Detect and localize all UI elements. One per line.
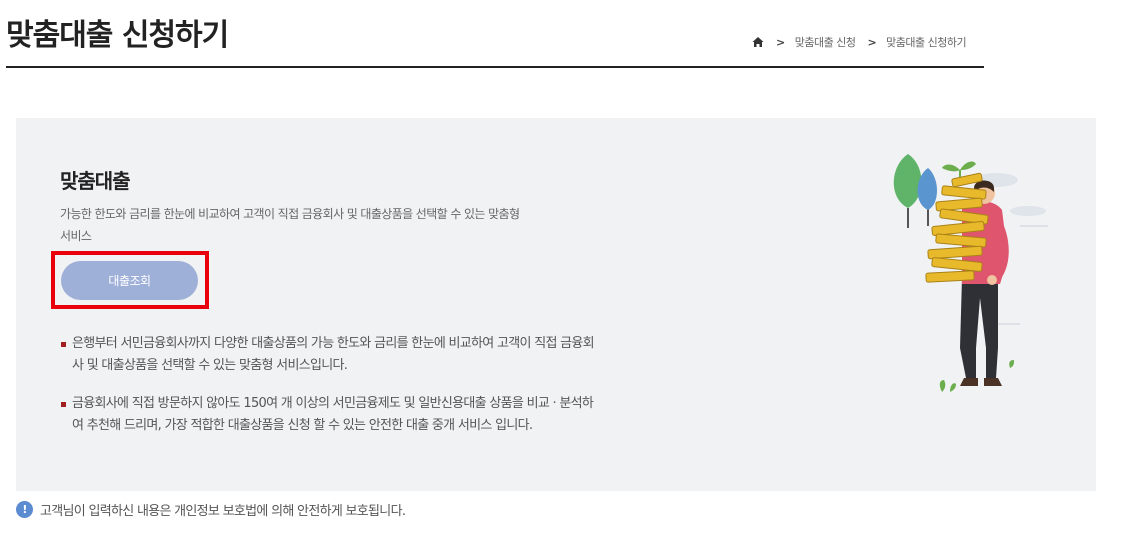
- info-icon: !: [16, 501, 33, 518]
- breadcrumb-item-custom-loan-application[interactable]: 맞춤대출 신청: [795, 34, 856, 50]
- person-carrying-coins-illustration: [880, 148, 1050, 398]
- bullet-square-icon: [61, 402, 66, 407]
- bullet-square-icon: [61, 342, 66, 347]
- list-item: 은행부터 서민금융회사까지 다양한 대출상품의 가능 한도와 금리를 한눈에 비…: [60, 333, 600, 377]
- home-icon[interactable]: [752, 36, 764, 48]
- loan-inquiry-button[interactable]: 대출조회: [61, 261, 198, 300]
- breadcrumb-item-current: 맞춤대출 신청하기: [886, 36, 967, 49]
- feature-list: 은행부터 서민금융회사까지 다양한 대출상품의 가능 한도와 금리를 한눈에 비…: [60, 333, 600, 453]
- privacy-notice: ! 고객님이 입력하신 내용은 개인정보 보호법에 의해 안전하게 보호됩니다.: [16, 500, 406, 519]
- section-title: 맞춤대출: [60, 169, 131, 193]
- breadcrumb-separator: >: [867, 35, 877, 49]
- breadcrumb: > 맞춤대출 신청 > 맞춤대출 신청하기: [752, 34, 967, 50]
- privacy-notice-text: 고객님이 입력하신 내용은 개인정보 보호법에 의해 안전하게 보호됩니다.: [40, 504, 406, 519]
- list-item-text: 금융회사에 직접 방문하지 않아도 150여 개 이상의 서민금융제도 및 일반…: [72, 396, 594, 433]
- section-description: 가능한 한도와 금리를 한눈에 비교하여 고객이 직접 금융회사 및 대출상품을…: [60, 207, 520, 243]
- list-item-text: 은행부터 서민금융회사까지 다양한 대출상품의 가능 한도와 금리를 한눈에 비…: [72, 336, 595, 373]
- breadcrumb-separator: >: [776, 35, 785, 49]
- title-divider: [6, 66, 984, 68]
- page-title: 맞춤대출 신청하기: [6, 18, 229, 53]
- list-item: 금융회사에 직접 방문하지 않아도 150여 개 이상의 서민금융제도 및 일반…: [60, 393, 600, 437]
